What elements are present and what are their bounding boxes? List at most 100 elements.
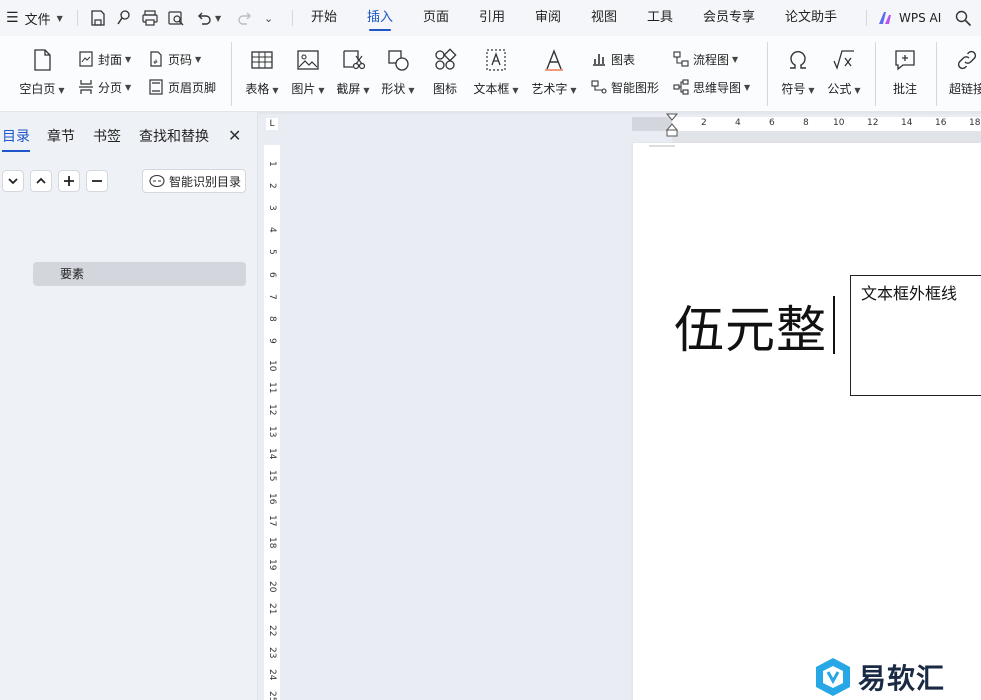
page-number-label: 页码 — [168, 52, 193, 67]
ruler-number: 24 — [267, 669, 277, 681]
redo-icon[interactable] — [236, 9, 254, 27]
print-preview-icon[interactable] — [167, 9, 185, 27]
table-label: 表格 — [245, 82, 270, 96]
textbox-button[interactable]: 文本框 ▼ — [466, 48, 526, 104]
tab-stop-selector[interactable]: L — [266, 118, 278, 130]
chevron-down-icon: ▼ — [854, 86, 861, 95]
nav-tab-chapters[interactable]: 章节 — [47, 126, 75, 146]
tab-review[interactable]: 审阅 — [535, 0, 561, 36]
ruler-number: 10 — [267, 359, 277, 372]
more-quick-access-icon[interactable]: ⌄ — [264, 0, 273, 36]
format-painter-icon[interactable] — [115, 9, 133, 27]
chevron-down-icon: ▼ — [215, 13, 222, 23]
document-page[interactable] — [633, 143, 981, 700]
close-icon[interactable]: ✕ — [228, 126, 241, 145]
undo-button[interactable]: ▼ — [196, 0, 221, 36]
file-menu-label: 文件 — [24, 12, 51, 28]
ruler-number: 25 — [267, 691, 277, 700]
ruler-number: 14 — [901, 118, 913, 128]
header-footer-icon — [149, 79, 163, 95]
plus-icon — [64, 176, 74, 186]
shape-icon — [388, 50, 409, 71]
ruler-number: 4 — [267, 227, 277, 234]
tab-home[interactable]: 开始 — [311, 0, 337, 36]
add-toc-item-button[interactable] — [58, 170, 80, 192]
tab-member[interactable]: 会员专享 — [703, 0, 755, 36]
wordart-button[interactable]: 艺术字 ▼ — [524, 48, 584, 104]
formula-icon — [833, 50, 854, 70]
smart-toc-button[interactable]: 智能识别目录 — [142, 169, 246, 193]
cover-button[interactable]: 封面 ▼ — [78, 48, 131, 70]
chevron-down-icon: ▼ — [408, 86, 415, 95]
hamburger-icon: ☰ — [6, 10, 19, 26]
ruler-number: 23 — [267, 647, 277, 659]
smart-graphic-label: 智能图形 — [611, 80, 660, 95]
text-box[interactable]: 文本框外框线 — [850, 275, 981, 396]
ruler-number: 8 — [267, 315, 277, 322]
save-icon[interactable] — [89, 9, 107, 27]
tab-references[interactable]: 引用 — [479, 0, 505, 36]
ruler-number: 2 — [267, 183, 277, 189]
search-icon[interactable] — [954, 9, 972, 27]
formula-button[interactable]: 公式 ▼ — [814, 48, 874, 104]
flowchart-button[interactable]: 流程图 ▼ — [673, 48, 738, 70]
comment-button[interactable]: 批注 — [875, 48, 935, 104]
ruler-number: 4 — [735, 118, 741, 128]
page-number-button[interactable]: # 页码 ▼ — [148, 48, 201, 70]
chevron-down-icon: ▼ — [195, 54, 202, 64]
text-box-content[interactable]: 文本框外框线 — [861, 280, 957, 304]
tab-thesis-assistant[interactable]: 论文助手 — [785, 0, 837, 36]
blank-page-button[interactable]: 空白页 ▼ — [12, 48, 72, 104]
chart-icon — [593, 54, 605, 66]
smart-graphic-button[interactable]: 智能图形 — [591, 76, 659, 98]
ruler-number: 11 — [267, 382, 277, 394]
chevron-down-icon: ▼ — [744, 82, 751, 92]
tab-tools[interactable]: 工具 — [647, 0, 673, 36]
cover-icon — [79, 51, 93, 67]
ruler-number: 16 — [935, 118, 947, 128]
indent-strip — [672, 131, 981, 143]
icons-library-icon — [435, 48, 457, 70]
page-break-button[interactable]: 分页 ▼ — [78, 76, 131, 98]
page-number-icon: # — [150, 51, 162, 67]
blank-page-label: 空白页 — [19, 82, 56, 96]
indent-marker-icon[interactable] — [666, 113, 678, 141]
margin-corner-mark — [649, 145, 675, 147]
ruler-number: 13 — [267, 426, 277, 438]
expand-down-button[interactable] — [2, 170, 24, 192]
collapse-up-button[interactable] — [30, 170, 52, 192]
wps-ai-button[interactable]: WPS AI — [878, 0, 941, 36]
watermark: 易软汇 — [814, 654, 981, 700]
tab-page[interactable]: 页面 — [423, 0, 449, 36]
print-icon[interactable] — [141, 9, 159, 27]
header-footer-button[interactable]: 页眉页脚 — [148, 76, 216, 98]
nav-tab-toc[interactable]: 目录 — [2, 126, 30, 152]
mindmap-icon — [673, 79, 689, 95]
smart-graphic-icon — [591, 80, 607, 94]
watermark-text: 易软汇 — [858, 662, 946, 695]
document-text[interactable]: 伍元整 — [674, 290, 827, 362]
remove-toc-item-button[interactable] — [86, 170, 108, 192]
ribbon-insert: 空白页 ▼ 封面 ▼ 分页 ▼ # 页码 ▼ 页眉页脚 表格 ▼ 图片 ▼ 截屏 ▼ 形状 ▼ … — [0, 36, 981, 112]
hyperlink-button[interactable]: 超链接 — [939, 48, 981, 104]
tab-insert[interactable]: 插入 — [367, 0, 393, 36]
nav-tab-bookmarks[interactable]: 书签 — [93, 126, 121, 146]
text-cursor — [833, 296, 835, 354]
page-break-icon — [79, 80, 93, 94]
flowchart-label: 流程图 — [693, 52, 730, 67]
mindmap-button[interactable]: 思维导图 ▼ — [673, 76, 750, 98]
tab-view[interactable]: 视图 — [591, 0, 617, 36]
toc-item[interactable]: 要素 — [33, 262, 246, 286]
omega-icon — [790, 50, 806, 69]
chart-button[interactable]: 图表 — [591, 48, 635, 70]
chevron-down-icon: ▼ — [58, 86, 65, 95]
hyperlink-label: 超链接 — [949, 82, 981, 96]
link-icon — [957, 50, 977, 70]
file-menu-button[interactable]: ☰ 文件 ▼ — [6, 0, 63, 36]
flowchart-icon — [673, 51, 689, 67]
ruler-number: 6 — [267, 271, 277, 278]
ruler-number: 10 — [833, 118, 845, 128]
nav-tab-find-replace[interactable]: 查找和替换 — [139, 126, 209, 146]
minus-icon — [92, 180, 102, 182]
ruler-number: 14 — [267, 448, 277, 460]
